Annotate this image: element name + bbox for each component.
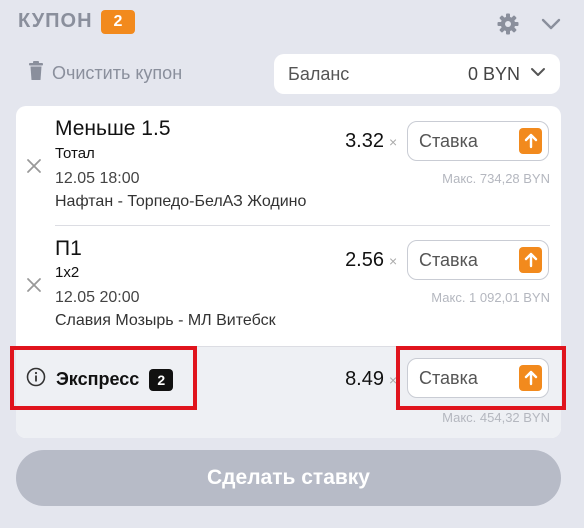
bet-odds: 2.56 xyxy=(345,249,384,271)
bet-market: 1х2 xyxy=(55,264,80,281)
bet-match: Нафтан - Торпедо-БелАЗ Жодино xyxy=(55,193,307,210)
balance-value: 0 BYN xyxy=(467,63,520,84)
info-icon[interactable] xyxy=(26,367,46,392)
close-icon[interactable] xyxy=(25,157,43,175)
chevron-down-icon xyxy=(530,64,546,85)
stake-input-box[interactable] xyxy=(407,121,549,161)
bet-market: Тотал xyxy=(55,145,95,162)
bet-title: П1 xyxy=(55,237,82,260)
coupon-count-badge: 2 xyxy=(101,10,135,34)
divider xyxy=(55,225,550,226)
arrow-up-icon[interactable] xyxy=(519,247,542,273)
bet-datetime: 12.05 20:00 xyxy=(55,289,140,306)
gear-icon[interactable] xyxy=(496,12,520,36)
express-count-badge: 2 xyxy=(149,368,174,391)
arrow-up-icon[interactable] xyxy=(519,128,542,154)
place-bet-button[interactable]: Сделать ставку xyxy=(16,450,561,506)
stake-input-box[interactable] xyxy=(407,240,549,280)
trash-icon xyxy=(28,61,44,86)
express-stake-input-box[interactable] xyxy=(407,358,549,398)
express-label: Экспресс xyxy=(56,369,140,389)
max-stake-text: Макс. 734,28 BYN xyxy=(442,171,550,186)
express-stake-input[interactable] xyxy=(419,367,519,389)
max-stake-text: Макс. 1 092,01 BYN xyxy=(431,290,550,305)
bet-title: Меньше 1.5 xyxy=(55,117,171,140)
clear-coupon-button[interactable]: Очистить купон xyxy=(28,61,182,86)
bet-match: Славия Мозырь - МЛ Витебск xyxy=(55,312,276,329)
stake-input[interactable] xyxy=(419,249,519,271)
chevron-down-icon[interactable] xyxy=(540,13,562,35)
times-symbol: × xyxy=(389,134,398,150)
max-stake-text: Макс. 454,32 BYN xyxy=(442,410,550,425)
bet-datetime: 12.05 18:00 xyxy=(55,170,140,187)
clear-coupon-label: Очистить купон xyxy=(52,63,183,83)
coupon-title: КУПОН xyxy=(18,10,93,32)
stake-input[interactable] xyxy=(419,130,519,152)
bet-odds: 3.32 xyxy=(345,130,384,152)
balance-label: Баланс xyxy=(288,63,350,84)
arrow-up-icon[interactable] xyxy=(519,365,542,391)
close-icon[interactable] xyxy=(25,276,43,294)
times-symbol: × xyxy=(389,253,398,269)
express-odds: 8.49 xyxy=(345,368,384,390)
balance-dropdown[interactable]: Баланс 0 BYN xyxy=(274,54,560,94)
express-label-group[interactable]: Экспресс 2 xyxy=(26,367,174,392)
